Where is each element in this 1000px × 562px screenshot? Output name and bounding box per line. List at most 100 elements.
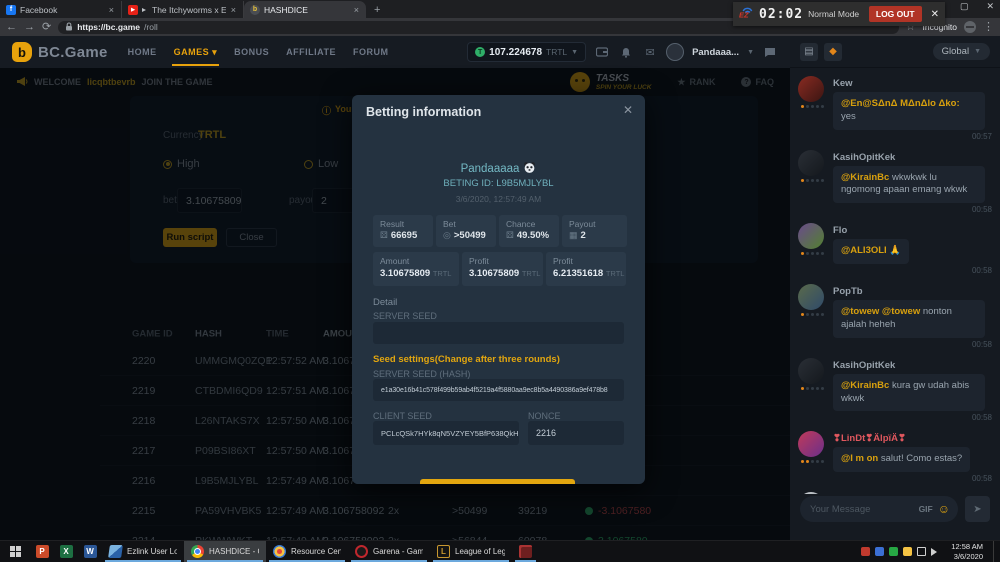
logout-button[interactable]: LOG OUT <box>869 6 922 22</box>
channel-selector[interactable]: Global ▼ <box>933 43 990 60</box>
change-seed-button[interactable] <box>420 479 575 484</box>
taskbar-app[interactable]: Ezlink User Login <box>102 541 184 562</box>
mention-link[interactable]: @KirainBc <box>841 380 892 391</box>
avatar[interactable] <box>798 431 824 457</box>
taskbar-pinned-excel[interactable]: X <box>54 541 78 562</box>
taskbar-app[interactable]: Resource Center <box>266 541 348 562</box>
level-dot <box>806 179 809 182</box>
nav-item-forum[interactable]: FORUM <box>353 37 389 68</box>
chat-toggle-icon[interactable] <box>762 44 778 60</box>
browser-tab[interactable]: fFacebook× <box>0 1 122 18</box>
tray-clock[interactable]: 12:58 AM 3/6/2020 <box>951 542 983 561</box>
message-column: PopTb@towew @towew nonton ajalah heheh00… <box>833 284 992 349</box>
show-desktop-button[interactable] <box>993 541 996 562</box>
message-column: KasihOpitKek@KirainBc kura gw udah abis … <box>833 358 992 423</box>
tray-app-green-icon[interactable] <box>889 547 898 556</box>
message-text: yes <box>841 111 856 122</box>
start-button[interactable] <box>0 541 30 562</box>
bcgame-logo[interactable]: b BC.Game <box>12 42 108 62</box>
tab-close-icon[interactable]: × <box>230 5 237 15</box>
browser-menu-icon[interactable]: ⋮ <box>983 22 994 33</box>
nonce-input[interactable]: 2216 <box>528 421 624 445</box>
mention-link[interactable]: @KirainBc <box>841 172 892 183</box>
taskbar: PXW Ezlink User LoginHASHDICE - Googl...… <box>0 540 1000 562</box>
avatar[interactable] <box>798 284 824 310</box>
message-input[interactable] <box>808 503 914 516</box>
mention-link[interactable]: @I m on <box>841 453 881 464</box>
header-username[interactable]: Pandaaa... <box>692 47 739 58</box>
bell-icon[interactable] <box>618 44 634 60</box>
chat-promo-icon[interactable]: ◆ <box>824 43 842 61</box>
nav-item-home[interactable]: HOME <box>128 37 157 68</box>
tab-close-icon[interactable]: × <box>108 5 115 15</box>
avatar[interactable] <box>798 358 824 384</box>
modal-player-name[interactable]: Pandaaaaa <box>352 161 645 177</box>
nav-item-games[interactable]: GAMES ▾ <box>174 37 218 68</box>
nav-item-affiliate[interactable]: AFFILIATE <box>286 37 336 68</box>
level-dot <box>806 313 809 316</box>
avatar[interactable] <box>798 223 824 249</box>
chat-message: ❣LinDt❣ÄlpïÄ❣@I m on salut! Como estas?0… <box>798 431 992 483</box>
client-seed-input[interactable]: PCLcQSk7HYk8qN5VZYEY5BfP638QkH <box>373 421 519 445</box>
tray-app-blue-icon[interactable] <box>875 547 884 556</box>
mail-icon[interactable]: ✉ <box>642 44 658 60</box>
misc-app-icon <box>519 545 532 558</box>
taskbar-app[interactable]: Garena - Game Cen... <box>348 541 430 562</box>
volume-icon[interactable] <box>931 548 941 556</box>
level-indicator <box>798 179 826 182</box>
tray-app-red-icon[interactable] <box>861 547 870 556</box>
gif-button[interactable]: GIF <box>919 504 933 514</box>
message-time: 00:58 <box>833 474 992 483</box>
level-dot <box>816 252 819 255</box>
nav-item-bonus[interactable]: BONUS <box>234 37 269 68</box>
browser-tab[interactable]: ▶The Itchyworms x Ely Buend× <box>122 1 244 18</box>
chat-username[interactable]: ❣LinDt❣ÄlpïÄ❣ <box>833 433 992 444</box>
chat-username[interactable]: Flo <box>833 225 992 236</box>
chat-input[interactable]: GIF ☺ <box>800 496 958 522</box>
send-button[interactable]: ➤ <box>965 496 990 522</box>
emoji-icon[interactable]: ☺ <box>938 503 950 515</box>
server-seed-hash-input[interactable]: e1a30e16b41c578f499b59ab4f5219a4f5880aa9… <box>373 379 624 401</box>
timer-close-icon[interactable]: ✕ <box>931 9 939 20</box>
amount-value-row: 3.10675809 TRTL <box>380 268 452 279</box>
avatar[interactable] <box>798 76 824 102</box>
new-tab-button[interactable]: + <box>374 4 380 16</box>
chat-username[interactable]: Kew <box>833 78 992 89</box>
detail-label: Detail <box>373 297 397 308</box>
back-button[interactable]: ← <box>6 22 17 33</box>
window-restore-button[interactable]: ▢ <box>960 1 969 12</box>
balance-selector[interactable]: T 107.224678 TRTL ▼ <box>467 42 586 62</box>
level-dot <box>801 179 804 182</box>
tab-close-icon[interactable]: × <box>353 5 360 15</box>
refresh-button[interactable]: ⟳ <box>42 22 51 33</box>
forward-button[interactable]: → <box>24 22 35 33</box>
level-dot <box>811 252 814 255</box>
taskbar-pinned-word[interactable]: W <box>78 541 102 562</box>
avatar[interactable] <box>798 492 824 494</box>
taskbar-app[interactable]: LLeague of Legends <box>430 541 512 562</box>
window-close-button[interactable]: ✕ <box>986 1 994 12</box>
wallet-icon[interactable] <box>594 44 610 60</box>
chevron-down-icon[interactable]: ▼ <box>747 49 754 56</box>
chat-username[interactable]: KasihOpitKek <box>833 360 992 371</box>
mention-link[interactable]: @ALI3OLI <box>841 245 889 256</box>
browser-tab[interactable]: bHASHDICE× <box>244 1 366 18</box>
display-icon[interactable] <box>917 547 926 556</box>
timer-overlay-widget: EZ 02:02 Normal Mode LOG OUT ✕ <box>733 2 945 26</box>
server-seed-input[interactable] <box>373 322 624 344</box>
mention-link[interactable]: @En@SΔnΔ MΔnΔlo Δko: <box>841 98 960 109</box>
taskbar-app[interactable] <box>512 541 539 562</box>
taskbar-app[interactable]: HASHDICE - Googl... <box>184 541 266 562</box>
level-dot <box>806 387 809 390</box>
user-avatar[interactable] <box>666 43 684 61</box>
chat-rules-icon[interactable]: ▤ <box>800 43 818 61</box>
chat-username[interactable]: PopTb <box>833 286 992 297</box>
message-column: SΔnΔ MΔnΔlo Δko@I m on hi kontol00:58 <box>833 492 992 494</box>
modal-close-icon[interactable]: ✕ <box>623 103 633 117</box>
youtube-icon: ▶ <box>128 5 138 15</box>
chat-username[interactable]: KasihOpitKek <box>833 152 992 163</box>
taskbar-pinned-powerpoint[interactable]: P <box>30 541 54 562</box>
avatar[interactable] <box>798 150 824 176</box>
mention-link[interactable]: @towew @towew <box>841 306 923 317</box>
tray-app-multi-icon[interactable] <box>903 547 912 556</box>
